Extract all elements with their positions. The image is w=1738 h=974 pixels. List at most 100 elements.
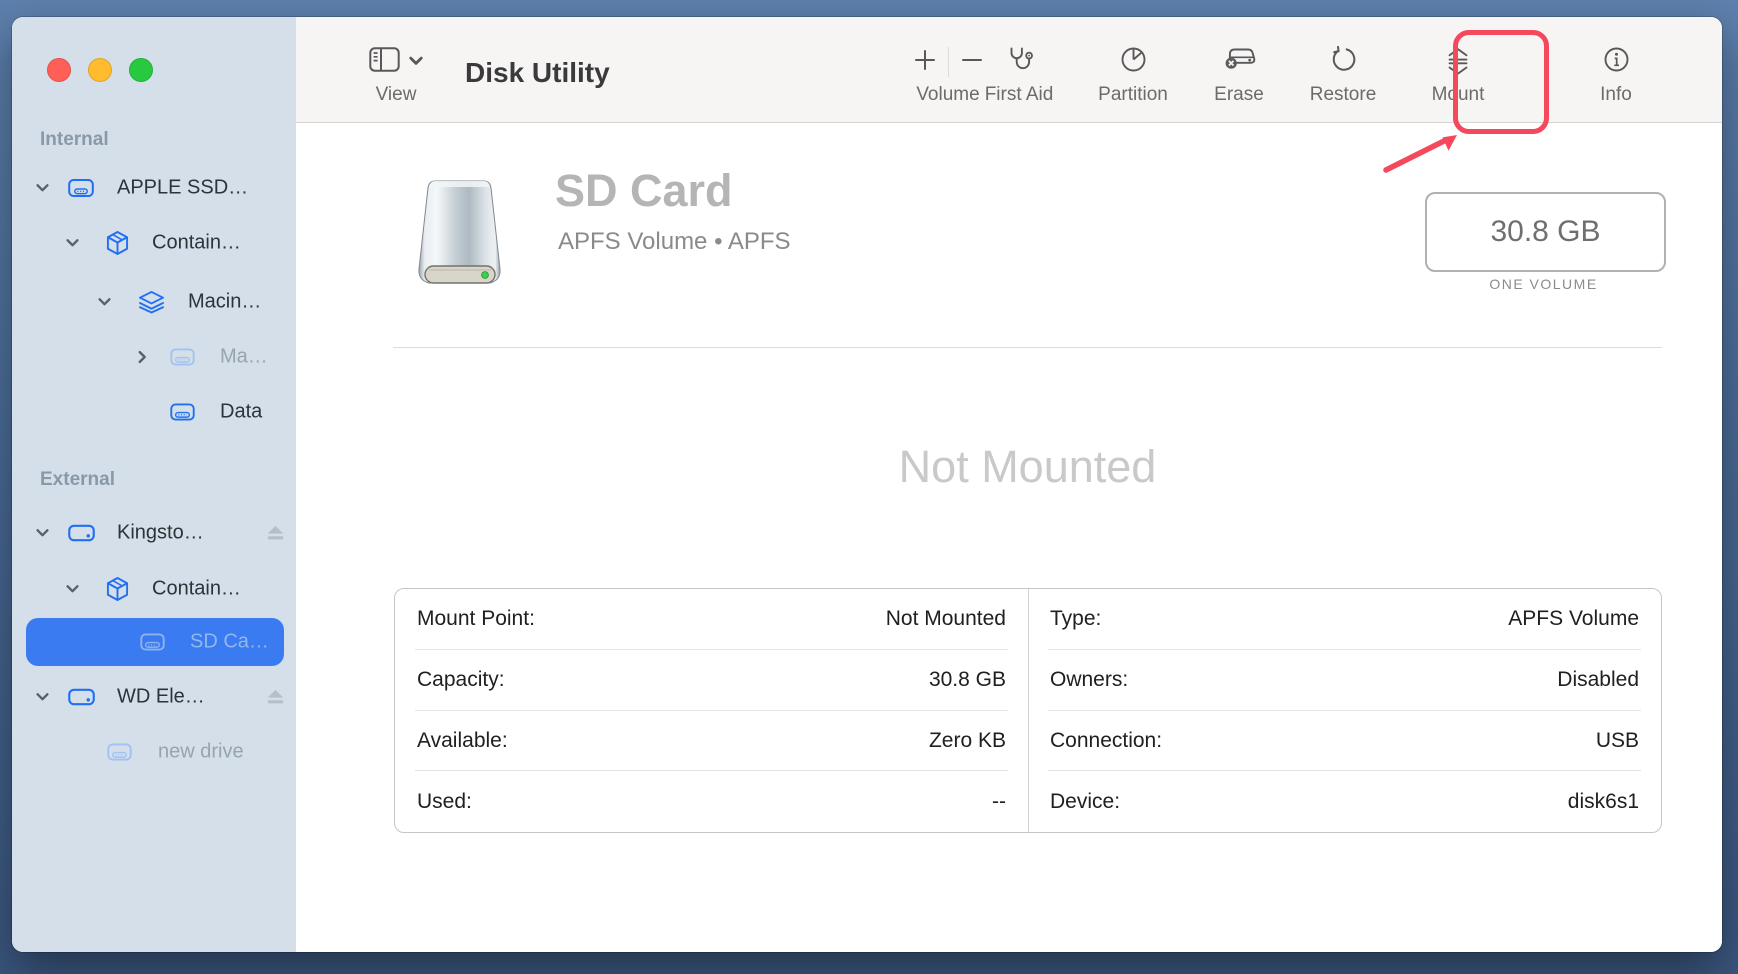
sidebar-item-macintosh-hd-volume[interactable]: Ma… xyxy=(12,335,296,379)
sidebar-item-apple-ssd[interactable]: APPLE SSD… xyxy=(12,166,296,210)
chevron-down-icon[interactable] xyxy=(36,693,49,702)
sidebar-item-wd-elements[interactable]: WD Ele… xyxy=(12,675,296,719)
toolbar-item-label: Partition xyxy=(1088,84,1178,106)
detail-label: Capacity: xyxy=(417,668,505,692)
external-disk-icon xyxy=(68,523,95,543)
toolbar-item-label: Info xyxy=(1571,84,1661,106)
table-row: Owners: Disabled xyxy=(1028,650,1661,711)
sidebar-item-kingston[interactable]: Kingsto… xyxy=(12,511,296,555)
volume-disk-icon xyxy=(170,348,195,367)
minimize-button[interactable] xyxy=(88,58,112,82)
sidebar-layout-icon xyxy=(369,47,400,77)
sidebar-item-data[interactable]: Data xyxy=(12,390,296,434)
detail-label: Used: xyxy=(417,790,472,814)
chevron-down-icon[interactable] xyxy=(66,585,79,594)
sidebar-item-label: SD Ca… xyxy=(190,631,269,654)
view-label: View xyxy=(351,84,441,106)
chevron-down-icon xyxy=(409,53,423,71)
divider xyxy=(948,47,949,77)
erase-button[interactable]: Erase xyxy=(1194,44,1284,106)
detail-label: Owners: xyxy=(1050,668,1128,692)
chevron-down-icon[interactable] xyxy=(66,239,79,248)
info-icon xyxy=(1603,46,1630,78)
table-row: Mount Point: Not Mounted xyxy=(395,589,1028,650)
chevron-right-icon[interactable] xyxy=(136,353,149,362)
sidebar-item-label: WD Ele… xyxy=(117,686,205,709)
partition-button[interactable]: Partition xyxy=(1088,44,1178,106)
volume-title: SD Card xyxy=(555,165,733,217)
detail-label: Connection: xyxy=(1050,729,1162,753)
sidebar-item-macintosh-hd[interactable]: Macin… xyxy=(12,280,296,324)
add-volume-icon[interactable] xyxy=(912,47,938,78)
internal-disk-icon xyxy=(68,178,94,198)
drive-image xyxy=(399,173,520,302)
eject-icon[interactable] xyxy=(266,689,285,706)
sidebar-item-container-internal[interactable]: Contain… xyxy=(12,221,296,265)
toolbar-item-label: Erase xyxy=(1194,84,1284,106)
sidebar: Internal APPLE SSD… Contain… Macin… xyxy=(12,17,296,952)
volume-size-badge: 30.8 GB xyxy=(1425,192,1666,272)
sidebar-item-sd-card[interactable]: SD Ca… xyxy=(12,620,296,664)
volume-disk-icon xyxy=(107,743,132,762)
details-right-column: Type: APFS Volume Owners: Disabled Conne… xyxy=(1028,589,1661,832)
sidebar-section-internal: Internal xyxy=(40,129,109,151)
detail-label: Device: xyxy=(1050,790,1120,814)
zoom-button[interactable] xyxy=(129,58,153,82)
table-row: Connection: USB xyxy=(1028,711,1661,772)
detail-label: Available: xyxy=(417,729,508,753)
sidebar-item-label: new drive xyxy=(158,741,244,764)
detail-value: 30.8 GB xyxy=(929,668,1006,692)
table-row: Used: -- xyxy=(395,771,1028,832)
detail-value: Disabled xyxy=(1557,668,1639,692)
table-row: Device: disk6s1 xyxy=(1028,771,1661,832)
volume-disk-icon xyxy=(170,403,195,422)
detail-label: Mount Point: xyxy=(417,607,535,631)
view-button[interactable]: View xyxy=(351,44,441,106)
toolbar-item-label: Restore xyxy=(1298,84,1388,106)
sidebar-item-label: Data xyxy=(220,401,262,424)
chevron-down-icon[interactable] xyxy=(98,298,111,307)
close-button[interactable] xyxy=(47,58,71,82)
volume-disk-icon xyxy=(140,633,165,652)
erase-disk-icon xyxy=(1221,46,1257,79)
detail-label: Type: xyxy=(1050,607,1101,631)
stethoscope-icon xyxy=(1004,45,1034,80)
sidebar-section-external: External xyxy=(40,469,115,491)
info-button[interactable]: Info xyxy=(1571,44,1661,106)
sidebar-item-label: APPLE SSD… xyxy=(117,177,248,200)
detail-value: disk6s1 xyxy=(1568,790,1639,814)
detail-value: Not Mounted xyxy=(886,607,1006,631)
chevron-down-icon[interactable] xyxy=(36,529,49,538)
table-row: Capacity: 30.8 GB xyxy=(395,650,1028,711)
container-icon xyxy=(106,577,129,602)
details-table: Mount Point: Not Mounted Capacity: 30.8 … xyxy=(394,588,1662,833)
chevron-down-icon[interactable] xyxy=(36,184,49,193)
external-disk-icon xyxy=(68,687,95,707)
eject-icon[interactable] xyxy=(266,525,285,542)
details-left-column: Mount Point: Not Mounted Capacity: 30.8 … xyxy=(395,589,1028,832)
sidebar-item-label: Kingsto… xyxy=(117,522,204,545)
sidebar-item-container-external[interactable]: Contain… xyxy=(12,567,296,611)
sidebar-item-label: Ma… xyxy=(220,346,268,369)
sidebar-item-label: Contain… xyxy=(152,232,241,255)
window-title: Disk Utility xyxy=(465,57,610,89)
first-aid-button[interactable]: First Aid xyxy=(974,44,1064,106)
container-icon xyxy=(106,231,129,256)
divider xyxy=(393,347,1662,348)
disk-utility-window: Internal APPLE SSD… Contain… Macin… xyxy=(12,17,1722,952)
sidebar-item-label: Contain… xyxy=(152,578,241,601)
sidebar-item-new-drive[interactable]: new drive xyxy=(12,730,296,774)
table-row: Available: Zero KB xyxy=(395,711,1028,772)
restore-button[interactable]: Restore xyxy=(1298,44,1388,106)
pie-chart-icon xyxy=(1120,46,1147,78)
volume-subtitle: APFS Volume • APFS xyxy=(558,228,791,256)
toolbar-item-label: First Aid xyxy=(974,84,1064,106)
main-content: SD Card APFS Volume • APFS 30.8 GB ONE V… xyxy=(296,123,1722,952)
annotation-arrow-icon xyxy=(1362,112,1472,187)
detail-value: USB xyxy=(1596,729,1639,753)
detail-value: -- xyxy=(992,790,1006,814)
sidebar-item-label: Macin… xyxy=(188,291,261,314)
detail-value: Zero KB xyxy=(929,729,1006,753)
detail-value: APFS Volume xyxy=(1508,607,1639,631)
volume-count-caption: ONE VOLUME xyxy=(1425,276,1662,292)
